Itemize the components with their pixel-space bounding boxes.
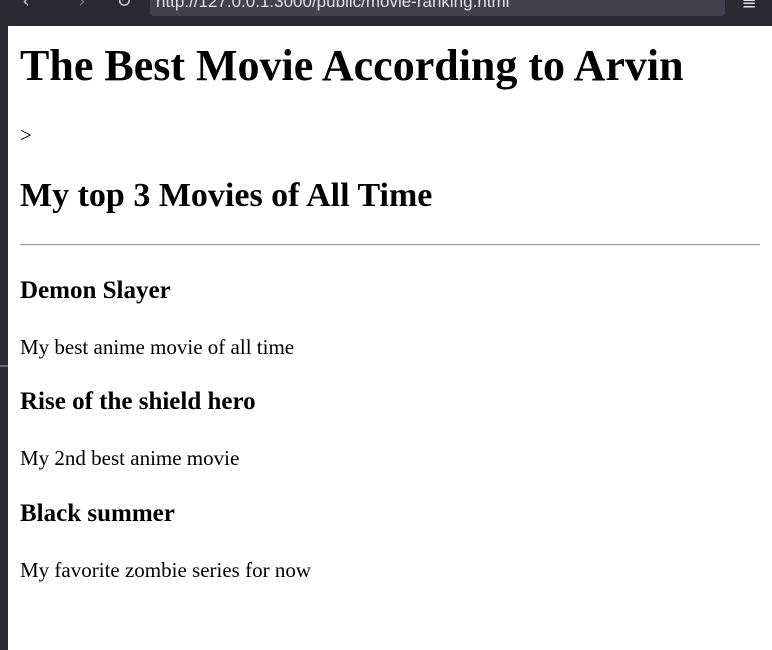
movie-title-1: Demon Slayer <box>20 277 171 304</box>
arrow-left-icon: ‹ <box>22 0 30 12</box>
forward-button[interactable]: › <box>70 0 94 14</box>
reload-button[interactable]: ↻ <box>112 0 136 14</box>
back-button[interactable]: ‹ <box>14 0 38 14</box>
horizontal-rule <box>20 244 760 246</box>
movie-title-2: Rise of the shield hero <box>20 388 256 415</box>
browser-toolbar: ‹ › ↻ http://127.0.0.1:3000/public/movie… <box>0 0 772 26</box>
page-title: The Best Movie According to Arvin <box>20 41 684 90</box>
movie-description-3: My favorite zombie series for now <box>20 558 311 582</box>
menu-button[interactable]: ≡ <box>736 0 762 18</box>
reload-icon: ↻ <box>116 0 132 12</box>
movie-title-3: Black summer <box>20 500 175 527</box>
movie-description-1: My best anime movie of all time <box>20 335 295 359</box>
stray-text: > <box>20 123 32 147</box>
url-text[interactable]: http://127.0.0.1:3000/public/movie-ranki… <box>156 0 509 12</box>
hamburger-menu-icon: ≡ <box>741 0 757 14</box>
window-edge-mark <box>0 365 8 367</box>
arrow-right-icon: › <box>78 0 86 12</box>
address-bar[interactable]: http://127.0.0.1:3000/public/movie-ranki… <box>150 0 725 16</box>
window-edge <box>0 26 8 650</box>
movie-description-2: My 2nd best anime movie <box>20 446 240 470</box>
page-subtitle: My top 3 Movies of All Time <box>20 177 433 214</box>
page-content: The Best Movie According to Arvin > My t… <box>8 26 772 650</box>
